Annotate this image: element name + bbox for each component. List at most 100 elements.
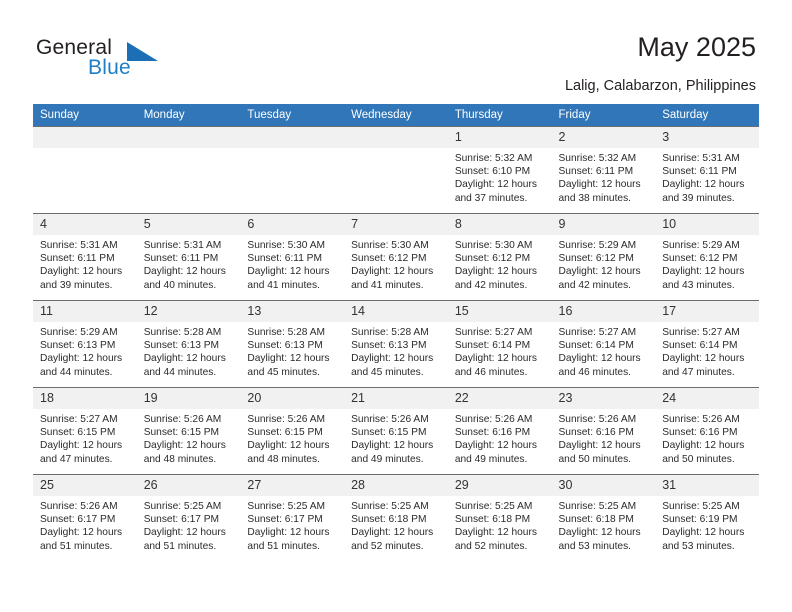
day-daylight-line1-text: Daylight: 12 hours xyxy=(454,179,537,191)
day-sunrise-text: Sunrise: 5:25 AM xyxy=(454,501,533,512)
day-sunrise-text: Sunrise: 5:30 AM xyxy=(247,240,325,251)
day-sunset-text: Sunset: 6:18 PM xyxy=(558,514,634,526)
day-sun-info: Sunrise: 5:32 AM Sunset: 6:11 PM Daylight:… xyxy=(552,148,656,205)
day-sun-info: Sunrise: 5:27 AM Sunset: 6:14 PM Daylight:… xyxy=(552,322,656,379)
calendar-day-cell[interactable]: 23 Sunrise: 5:26 AM Sunset: 6:16 PM Dayligh… xyxy=(551,387,656,475)
day-number: 13 xyxy=(240,301,345,322)
day-daylight-line2-text: and 44 minutes. xyxy=(40,366,113,378)
calendar-day-cell[interactable]: 7 Sunrise: 5:30 AM Sunset: 6:12 PM Daylight… xyxy=(344,213,448,301)
calendar-day-cell[interactable]: 30 Sunrise: 5:25 AM Sunset: 6:18 PM Dayligh… xyxy=(551,474,656,561)
day-daylight-line2-text: and 40 minutes. xyxy=(143,279,217,291)
day-number: 6 xyxy=(240,214,345,235)
day-sun-info: Sunrise: 5:25 AM Sunset: 6:18 PM Daylight:… xyxy=(552,496,656,553)
calendar-day-cell[interactable]: 22 Sunrise: 5:26 AM Sunset: 6:16 PM Dayligh… xyxy=(447,387,552,475)
day-number: 11 xyxy=(33,301,137,322)
calendar-day-cell[interactable]: 20 Sunrise: 5:26 AM Sunset: 6:15 PM Dayligh… xyxy=(240,387,345,475)
day-sunrise-text: Sunrise: 5:26 AM xyxy=(662,414,740,425)
day-sunrise-text: Sunrise: 5:27 AM xyxy=(558,327,637,338)
calendar-day-cell[interactable]: 12 Sunrise: 5:28 AM Sunset: 6:13 PM Dayligh… xyxy=(136,300,241,388)
day-number: 1 xyxy=(447,127,552,148)
calendar-day-cell[interactable]: 29 Sunrise: 5:25 AM Sunset: 6:18 PM Dayligh… xyxy=(447,474,552,561)
day-sunrise-text: Sunrise: 5:27 AM xyxy=(662,327,740,338)
calendar-week-row: 25 Sunrise: 5:26 AM Sunset: 6:17 PM Dayligh… xyxy=(33,474,759,561)
day-sunrise-text: Sunrise: 5:26 AM xyxy=(40,501,118,512)
day-daylight-line1-text: Daylight: 12 hours xyxy=(558,179,641,191)
calendar-day-cell[interactable]: 15 Sunrise: 5:27 AM Sunset: 6:14 PM Dayligh… xyxy=(447,300,552,388)
calendar-day-cell[interactable]: 26 Sunrise: 5:25 AM Sunset: 6:17 PM Dayligh… xyxy=(136,474,241,561)
day-sunrise-text: Sunrise: 5:32 AM xyxy=(558,153,637,164)
day-number: 8 xyxy=(447,214,552,235)
day-sun-info: Sunrise: 5:29 AM Sunset: 6:13 PM Daylight:… xyxy=(33,322,137,379)
day-sunset-text: Sunset: 6:16 PM xyxy=(454,427,531,439)
day-sun-info: Sunrise: 5:25 AM Sunset: 6:17 PM Daylight:… xyxy=(137,496,241,553)
day-number xyxy=(344,127,448,148)
calendar-day-cell[interactable]: 25 Sunrise: 5:26 AM Sunset: 6:17 PM Dayligh… xyxy=(33,474,137,561)
day-sun-info: Sunrise: 5:28 AM Sunset: 6:13 PM Daylight:… xyxy=(240,322,344,379)
calendar-day-cell[interactable]: 18 Sunrise: 5:27 AM Sunset: 6:15 PM Dayligh… xyxy=(33,387,137,475)
calendar-day-cell[interactable]: 9 Sunrise: 5:29 AM Sunset: 6:12 PM Daylight… xyxy=(551,213,656,301)
calendar-day-cell[interactable]: 21 Sunrise: 5:26 AM Sunset: 6:15 PM Dayligh… xyxy=(344,387,448,475)
weekday-header-friday: Friday xyxy=(551,104,656,127)
day-number: 14 xyxy=(344,301,448,322)
day-sunrise-text: Sunrise: 5:25 AM xyxy=(247,501,325,512)
triangle-icon xyxy=(127,42,158,61)
calendar-week-row: 1 Sunrise: 5:32 AM Sunset: 6:10 PM Daylight… xyxy=(33,126,759,214)
day-number: 7 xyxy=(344,214,448,235)
day-sunset-text: Sunset: 6:16 PM xyxy=(558,427,634,439)
calendar-day-cell[interactable]: 27 Sunrise: 5:25 AM Sunset: 6:17 PM Dayligh… xyxy=(240,474,345,561)
day-daylight-line2-text: and 53 minutes. xyxy=(662,540,735,552)
calendar-day-cell[interactable]: 5 Sunrise: 5:31 AM Sunset: 6:11 PM Daylight… xyxy=(136,213,241,301)
day-daylight-line1-text: Daylight: 12 hours xyxy=(454,353,537,365)
day-daylight-line2-text: and 53 minutes. xyxy=(558,540,632,552)
day-sunrise-text: Sunrise: 5:31 AM xyxy=(40,240,118,251)
calendar-day-cell[interactable]: 1 Sunrise: 5:32 AM Sunset: 6:10 PM Daylight… xyxy=(447,126,552,214)
calendar-day-cell[interactable]: 24 Sunrise: 5:26 AM Sunset: 6:16 PM Dayligh… xyxy=(655,387,759,475)
day-sunrise-text: Sunrise: 5:30 AM xyxy=(454,240,533,251)
day-daylight-line1-text: Daylight: 12 hours xyxy=(40,266,123,278)
calendar-day-cell[interactable]: 28 Sunrise: 5:25 AM Sunset: 6:18 PM Dayligh… xyxy=(344,474,448,561)
calendar-day-cell[interactable]: 8 Sunrise: 5:30 AM Sunset: 6:12 PM Daylight… xyxy=(447,213,552,301)
day-daylight-line2-text: and 44 minutes. xyxy=(143,366,217,378)
calendar-day-cell[interactable]: 3 Sunrise: 5:31 AM Sunset: 6:11 PM Daylight… xyxy=(655,126,759,214)
calendar-day-cell[interactable]: 6 Sunrise: 5:30 AM Sunset: 6:11 PM Daylight… xyxy=(240,213,345,301)
calendar-day-cell[interactable]: 13 Sunrise: 5:28 AM Sunset: 6:13 PM Dayligh… xyxy=(240,300,345,388)
general-blue-logo[interactable]: General Blue xyxy=(36,36,166,84)
day-daylight-line2-text: and 51 minutes. xyxy=(247,540,320,552)
calendar-day-cell[interactable]: 16 Sunrise: 5:27 AM Sunset: 6:14 PM Dayligh… xyxy=(551,300,656,388)
day-daylight-line2-text: and 49 minutes. xyxy=(351,453,424,465)
day-daylight-line1-text: Daylight: 12 hours xyxy=(454,527,537,539)
day-sunset-text: Sunset: 6:13 PM xyxy=(40,340,116,352)
day-sunset-text: Sunset: 6:13 PM xyxy=(143,340,220,352)
calendar-day-cell-empty xyxy=(33,126,137,214)
calendar-day-cell[interactable]: 14 Sunrise: 5:28 AM Sunset: 6:13 PM Dayligh… xyxy=(344,300,448,388)
calendar-day-cell[interactable]: 11 Sunrise: 5:29 AM Sunset: 6:13 PM Dayligh… xyxy=(33,300,137,388)
calendar-day-cell[interactable]: 2 Sunrise: 5:32 AM Sunset: 6:11 PM Daylight… xyxy=(551,126,656,214)
calendar-day-cell[interactable]: 10 Sunrise: 5:29 AM Sunset: 6:12 PM Dayligh… xyxy=(655,213,759,301)
day-daylight-line2-text: and 43 minutes. xyxy=(662,279,735,291)
day-sunset-text: Sunset: 6:15 PM xyxy=(143,427,220,439)
day-daylight-line1-text: Daylight: 12 hours xyxy=(454,440,537,452)
day-sun-info: Sunrise: 5:29 AM Sunset: 6:12 PM Daylight:… xyxy=(655,235,759,292)
day-daylight-line1-text: Daylight: 12 hours xyxy=(351,527,434,539)
day-number: 19 xyxy=(136,388,241,409)
day-sun-info: Sunrise: 5:26 AM Sunset: 6:15 PM Daylight:… xyxy=(240,409,344,466)
day-sunrise-text: Sunrise: 5:26 AM xyxy=(351,414,429,425)
day-daylight-line1-text: Daylight: 12 hours xyxy=(351,353,434,365)
day-sunset-text: Sunset: 6:11 PM xyxy=(558,166,634,178)
day-sunset-text: Sunset: 6:12 PM xyxy=(558,253,634,265)
day-daylight-line2-text: and 47 minutes. xyxy=(662,366,735,378)
day-sunset-text: Sunset: 6:14 PM xyxy=(662,340,738,352)
day-number: 27 xyxy=(240,475,345,496)
day-daylight-line1-text: Daylight: 12 hours xyxy=(143,353,226,365)
day-daylight-line1-text: Daylight: 12 hours xyxy=(143,266,226,278)
calendar-day-cell[interactable]: 19 Sunrise: 5:26 AM Sunset: 6:15 PM Dayligh… xyxy=(136,387,241,475)
day-daylight-line1-text: Daylight: 12 hours xyxy=(662,179,745,191)
day-sun-info: Sunrise: 5:30 AM Sunset: 6:12 PM Daylight:… xyxy=(344,235,448,292)
calendar-day-cell[interactable]: 4 Sunrise: 5:31 AM Sunset: 6:11 PM Daylight… xyxy=(33,213,137,301)
calendar-day-cell[interactable]: 17 Sunrise: 5:27 AM Sunset: 6:14 PM Dayligh… xyxy=(655,300,759,388)
day-sunset-text: Sunset: 6:17 PM xyxy=(143,514,220,526)
calendar-day-cell[interactable]: 31 Sunrise: 5:25 AM Sunset: 6:19 PM Dayligh… xyxy=(655,474,759,561)
day-sunset-text: Sunset: 6:12 PM xyxy=(454,253,531,265)
day-daylight-line1-text: Daylight: 12 hours xyxy=(40,440,123,452)
day-daylight-line2-text: and 46 minutes. xyxy=(558,366,632,378)
